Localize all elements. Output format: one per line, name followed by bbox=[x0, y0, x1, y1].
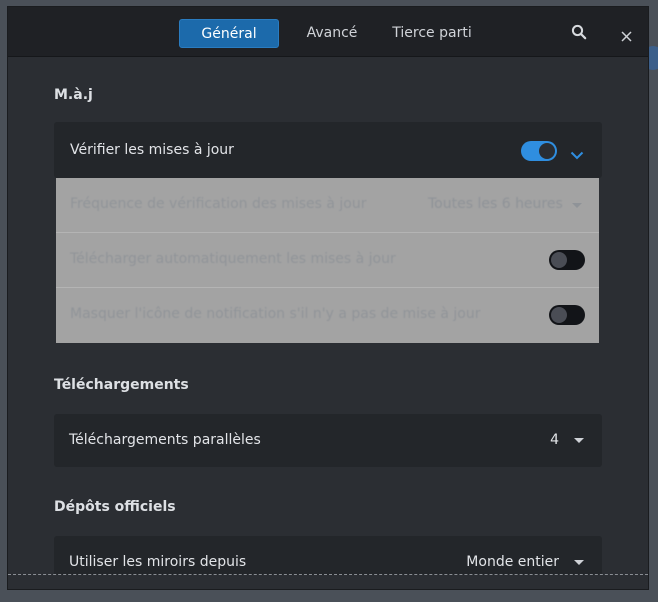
close-icon[interactable] bbox=[621, 27, 632, 46]
update-frequency-label: Fréquence de vérification des mises à jo… bbox=[70, 196, 367, 212]
mirrors-value[interactable]: Monde entier bbox=[444, 554, 559, 570]
window-bottom bbox=[8, 575, 648, 589]
chevron-down-icon[interactable] bbox=[570, 145, 584, 164]
tab-general[interactable]: Général bbox=[179, 19, 279, 48]
auto-download-label: Télécharger automatiquement les mises à … bbox=[70, 251, 396, 267]
header-bar: Général Avancé Tierce parti bbox=[8, 7, 648, 57]
section-title-updates: M.à.j bbox=[54, 87, 93, 103]
tab-third-party[interactable]: Tierce parti bbox=[386, 19, 478, 48]
caret-down-icon bbox=[572, 203, 582, 208]
section-title-repos: Dépôts officiels bbox=[54, 499, 176, 515]
caret-down-icon[interactable] bbox=[574, 560, 584, 565]
toggle-knob bbox=[551, 252, 567, 268]
hide-tray-row: Masquer l'icône de notification s'il n'y… bbox=[56, 288, 599, 343]
preferences-window: Général Avancé Tierce parti M.à.j Vérifi… bbox=[7, 6, 649, 590]
update-frequency-row: Fréquence de vérification des mises à jo… bbox=[56, 178, 599, 233]
check-updates-row[interactable]: Vérifier les mises à jour bbox=[54, 122, 602, 178]
hide-tray-label: Masquer l'icône de notification s'il n'y… bbox=[70, 306, 481, 322]
check-updates-label: Vérifier les mises à jour bbox=[70, 142, 234, 158]
auto-download-row: Télécharger automatiquement les mises à … bbox=[56, 233, 599, 288]
search-icon[interactable] bbox=[571, 24, 587, 44]
section-title-downloads: Téléchargements bbox=[54, 377, 189, 393]
toggle-knob bbox=[539, 143, 555, 159]
check-updates-toggle[interactable] bbox=[521, 141, 557, 161]
caret-down-icon[interactable] bbox=[574, 438, 584, 443]
tab-advanced[interactable]: Avancé bbox=[292, 19, 372, 48]
toggle-knob bbox=[551, 307, 567, 323]
parallel-downloads-value[interactable]: 4 bbox=[534, 432, 559, 448]
hide-tray-toggle bbox=[549, 305, 585, 325]
mirrors-label: Utiliser les miroirs depuis bbox=[69, 554, 247, 570]
auto-download-toggle bbox=[549, 250, 585, 270]
update-frequency-value: Toutes les 6 heures bbox=[428, 196, 563, 212]
parallel-downloads-row[interactable]: Téléchargements parallèles 4 bbox=[54, 414, 602, 467]
update-options-disabled: Fréquence de vérification des mises à jo… bbox=[56, 178, 599, 343]
parallel-downloads-label: Téléchargements parallèles bbox=[69, 432, 261, 448]
